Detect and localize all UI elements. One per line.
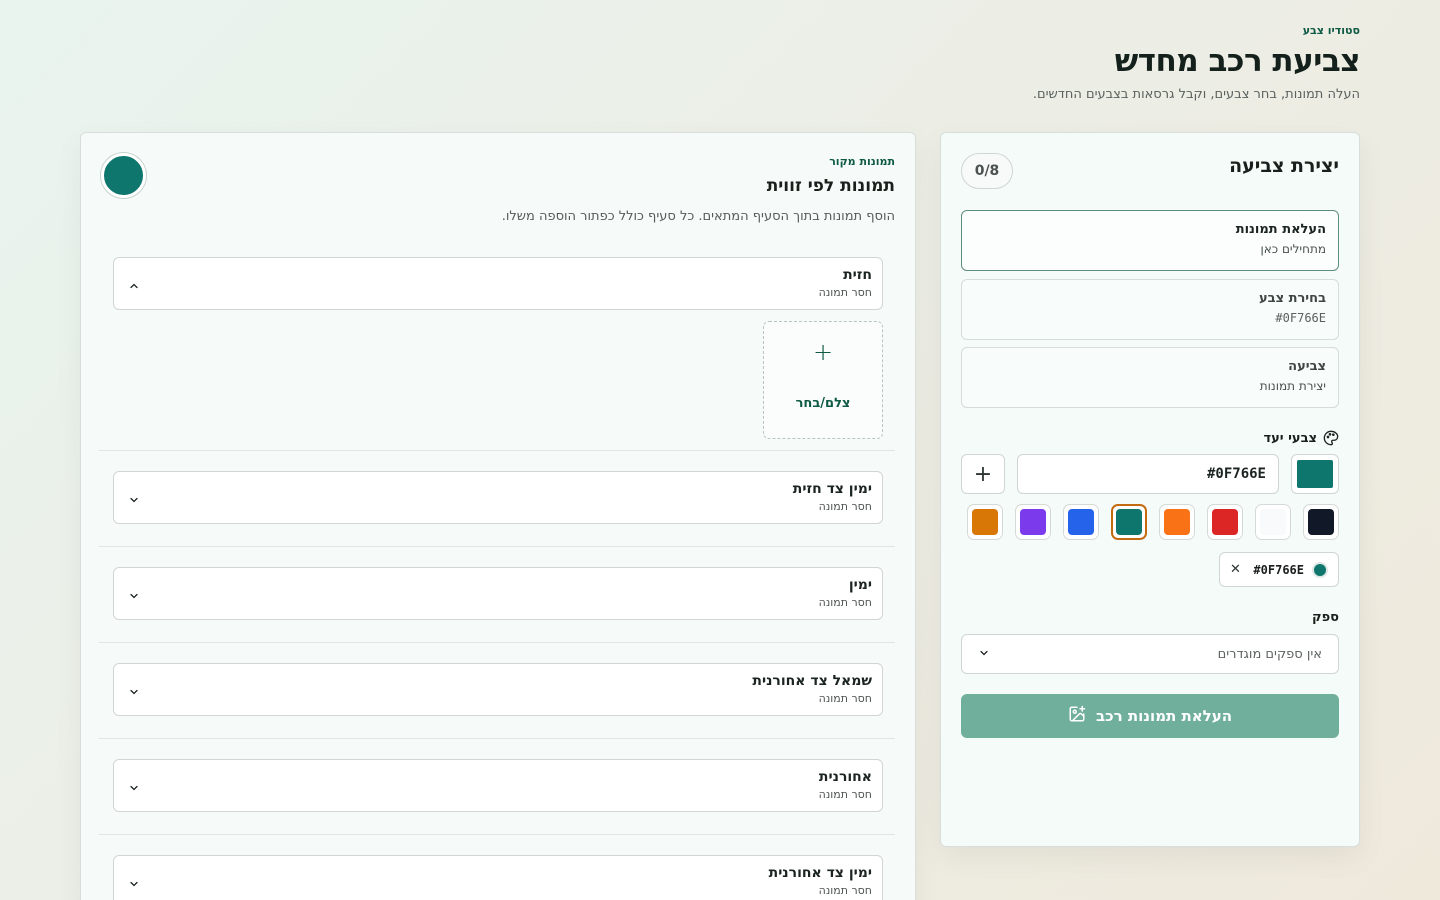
swatch-color — [1308, 509, 1334, 535]
section-divider — [99, 738, 895, 739]
source-images-panel: תמונות מקור תמונות לפי זווית הוסף תמונות… — [80, 132, 916, 900]
step-title: צביעה — [1288, 359, 1326, 374]
angle-status: חסר תמונה — [818, 286, 872, 299]
chevron-down-icon — [128, 875, 140, 887]
swatch-color — [1116, 509, 1142, 535]
angle-section-header[interactable]: ימין חסר תמונה — [113, 567, 883, 620]
app-eyebrow: סטודיו צבע — [1302, 24, 1360, 37]
selected-color-chip: #0F766E ✕ — [1219, 552, 1339, 587]
color-swatch-row — [967, 504, 1339, 540]
swatch-color — [1164, 509, 1190, 535]
section-divider — [99, 450, 895, 451]
provider-label: ספק — [1312, 610, 1339, 625]
angle-section-header[interactable]: חזית חסר תמונה — [113, 257, 883, 310]
angle-status: חסר תמונה — [818, 788, 872, 801]
chevron-up-icon — [128, 277, 140, 289]
add-photo-label: צלם/בחר — [795, 396, 851, 411]
step-subtitle: יצירת תמונות — [1259, 379, 1326, 393]
angle-status: חסר תמונה — [818, 500, 872, 513]
section-divider — [99, 834, 895, 835]
angle-name: חזית — [843, 267, 872, 283]
current-color-preview[interactable] — [1291, 454, 1339, 494]
create-repaint-panel: יצירת צביעה 0/8 העלאת תמונות מתחילים כאן… — [940, 132, 1360, 847]
swatch-color — [1068, 509, 1094, 535]
button-label: העלאת תמונות רכב — [1095, 707, 1233, 725]
swatch-color — [1020, 509, 1046, 535]
provider-select[interactable]: אין ספקים מוגדרים — [961, 634, 1339, 674]
color-swatch[interactable] — [1255, 504, 1291, 540]
angle-section-header[interactable]: שמאל צד אחורנית חסר תמונה — [113, 663, 883, 716]
step-paint[interactable]: צביעה יצירת תמונות — [961, 347, 1339, 408]
color-swatch[interactable] — [967, 504, 1003, 540]
step-title: בחירת צבע — [1259, 291, 1326, 306]
angle-name: אחורנית — [818, 769, 872, 785]
swatch-color — [1260, 509, 1286, 535]
target-colors-text: צבעי יעד — [1263, 430, 1317, 446]
swatch-color — [972, 509, 998, 535]
chevron-down-icon — [128, 587, 140, 599]
color-swatch[interactable] — [1015, 504, 1051, 540]
add-color-button[interactable]: + — [961, 454, 1005, 494]
panel-description: הוסף תמונות בתוך הסעיף המתאים. כל סעיף כ… — [501, 209, 895, 224]
step-upload[interactable]: העלאת תמונות מתחילים כאן — [961, 210, 1339, 271]
remove-color-icon[interactable]: ✕ — [1230, 562, 1241, 577]
chevron-down-icon — [128, 683, 140, 695]
angle-status: חסר תמונה — [818, 596, 872, 609]
hex-color-input[interactable] — [1017, 454, 1279, 494]
panel-title: יצירת צביעה — [1229, 155, 1339, 177]
step-subtitle: מתחילים כאן — [1260, 242, 1326, 256]
chip-label: #0F766E — [1253, 562, 1304, 577]
angle-section-header[interactable]: אחורנית חסר תמונה — [113, 759, 883, 812]
color-swatch[interactable] — [1063, 504, 1099, 540]
angle-name: ימין צד חזית — [792, 481, 872, 497]
color-swatch[interactable] — [1111, 504, 1147, 540]
angle-name: ימין — [848, 577, 872, 593]
image-counter-badge: 0/8 — [961, 153, 1013, 189]
chevron-down-icon — [128, 491, 140, 503]
page-header: סטודיו צבע צביעת רכב מחדש העלה תמונות, ב… — [1032, 24, 1361, 102]
provider-value: אין ספקים מוגדרים — [1217, 646, 1322, 662]
color-fill — [1297, 460, 1333, 488]
section-divider — [99, 642, 895, 643]
step-subtitle: #0F766E — [1275, 311, 1326, 325]
angle-status: חסר תמונה — [818, 884, 872, 897]
image-plus-icon — [1068, 705, 1086, 727]
upload-car-images-button[interactable]: העלאת תמונות רכב — [961, 694, 1339, 738]
page-title: צביעת רכב מחדש — [1114, 43, 1361, 79]
angle-section-header[interactable]: ימין צד אחורנית חסר תמונה — [113, 855, 883, 900]
step-choose-color[interactable]: בחירת צבע #0F766E — [961, 279, 1339, 340]
angle-status: חסר תמונה — [818, 692, 872, 705]
angle-name: שמאל צד אחורנית — [752, 673, 872, 689]
add-photo-button[interactable]: + צלם/בחר — [763, 321, 883, 439]
color-swatch[interactable] — [1207, 504, 1243, 540]
section-divider — [99, 546, 895, 547]
palette-icon — [1323, 430, 1339, 446]
angle-name: ימין צד אחורנית — [768, 865, 872, 881]
plus-icon: + — [812, 338, 834, 366]
panel-title: תמונות לפי זווית — [766, 176, 895, 196]
chevron-down-icon — [128, 779, 140, 791]
target-colors-label: צבעי יעד — [1263, 430, 1339, 446]
color-swatch[interactable] — [1303, 504, 1339, 540]
color-dot — [1312, 561, 1328, 578]
angle-section-header[interactable]: ימין צד חזית חסר תמונה — [113, 471, 883, 524]
swatch-color — [1212, 509, 1238, 535]
color-swatch[interactable] — [1159, 504, 1195, 540]
chevron-down-icon — [978, 647, 990, 662]
page-subtitle: העלה תמונות, בחר צבעים, וקבל גרסאות בצבע… — [1032, 87, 1360, 102]
panel-eyebrow: תמונות מקור — [829, 155, 895, 168]
step-title: העלאת תמונות — [1235, 222, 1326, 237]
color-avatar — [101, 153, 146, 198]
